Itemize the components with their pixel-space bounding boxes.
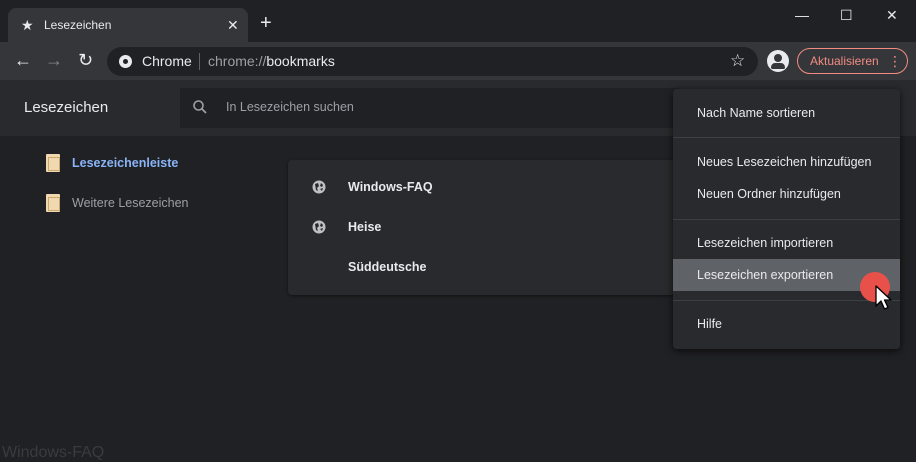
list-item[interactable]: Windows-FAQ xyxy=(288,167,708,207)
bookmark-title: Heise xyxy=(348,220,382,234)
url-text: chrome://bookmarks xyxy=(208,53,335,69)
tab-title: Lesezeichen xyxy=(44,18,112,32)
site-name: Chrome xyxy=(142,53,192,69)
search-input[interactable]: In Lesezeichen suchen xyxy=(180,88,680,128)
watermark: Windows-FAQ xyxy=(2,444,105,461)
url-scheme: chrome:// xyxy=(208,53,267,69)
chrome-icon xyxy=(119,55,132,68)
folder-icon xyxy=(46,194,60,212)
browser-toolbar: ← → ↻ Chrome chrome://bookmarks ☆ Aktual… xyxy=(0,42,916,80)
close-window-button[interactable]: ✕ xyxy=(886,6,898,24)
menu-item-label: Nach Name sortieren xyxy=(697,106,816,120)
forward-button[interactable]: → xyxy=(45,50,63,70)
organize-menu: Nach Name sortieren Neues Lesezeichen hi… xyxy=(673,89,900,349)
list-item[interactable]: Süddeutsche xyxy=(288,247,708,287)
browser-window: ★ Lesezeichen ✕ + — ☐ ✕ ← → ↻ Chrome chr… xyxy=(0,0,916,462)
tree-item-label: Weitere Lesezeichen xyxy=(72,196,189,210)
update-button[interactable]: Aktualisieren ⋮ xyxy=(797,48,908,74)
menu-divider xyxy=(673,300,900,301)
search-placeholder: In Lesezeichen suchen xyxy=(226,100,354,114)
mouse-cursor-icon xyxy=(875,285,892,310)
menu-divider xyxy=(673,137,900,138)
tree-item-label: Lesezeichenleiste xyxy=(72,156,179,170)
bookmark-list: Windows-FAQ Heise Süddeutsche xyxy=(288,160,708,295)
menu-item-import[interactable]: Lesezeichen importieren xyxy=(673,227,900,259)
menu-item-label: Lesezeichen importieren xyxy=(697,236,834,250)
page-title: Lesezeichen xyxy=(24,99,109,116)
update-label: Aktualisieren xyxy=(810,54,879,68)
list-item[interactable]: Heise xyxy=(288,207,708,247)
star-icon: ★ xyxy=(21,17,34,33)
globe-icon xyxy=(312,180,326,194)
tab-bookmarks[interactable]: ★ Lesezeichen ✕ xyxy=(8,8,248,42)
new-tab-button[interactable]: + xyxy=(260,13,272,33)
search-icon xyxy=(193,100,207,114)
bookmark-title: Süddeutsche xyxy=(348,260,427,274)
close-tab-icon[interactable]: ✕ xyxy=(227,16,239,34)
url-host: bookmarks xyxy=(266,53,335,69)
menu-divider xyxy=(673,219,900,220)
globe-icon xyxy=(312,220,326,234)
maximize-button[interactable]: ☐ xyxy=(840,6,853,24)
menu-item-label: Neuen Ordner hinzufügen xyxy=(697,187,841,201)
bookmark-title: Windows-FAQ xyxy=(348,180,433,194)
more-menu-icon: ⋮ xyxy=(888,53,902,69)
profile-avatar-icon[interactable] xyxy=(767,50,789,72)
menu-item-label: Hilfe xyxy=(697,317,723,331)
menu-item-add-folder[interactable]: Neuen Ordner hinzufügen xyxy=(673,178,900,210)
bookmark-star-icon[interactable]: ☆ xyxy=(730,51,745,71)
minimize-button[interactable]: — xyxy=(795,6,809,24)
back-button[interactable]: ← xyxy=(14,50,32,70)
menu-item-label: Neues Lesezeichen hinzufügen xyxy=(697,155,872,169)
folder-icon xyxy=(46,154,60,172)
tab-strip: ★ Lesezeichen ✕ + — ☐ ✕ xyxy=(0,0,916,42)
menu-item-sort[interactable]: Nach Name sortieren xyxy=(673,97,900,129)
menu-item-add-bookmark[interactable]: Neues Lesezeichen hinzufügen xyxy=(673,146,900,178)
address-bar[interactable]: Chrome chrome://bookmarks ☆ xyxy=(107,47,758,76)
address-separator xyxy=(199,53,200,70)
reload-button[interactable]: ↻ xyxy=(78,50,93,70)
menu-item-label: Lesezeichen exportieren xyxy=(697,268,834,282)
menu-item-help[interactable]: Hilfe xyxy=(673,308,900,340)
